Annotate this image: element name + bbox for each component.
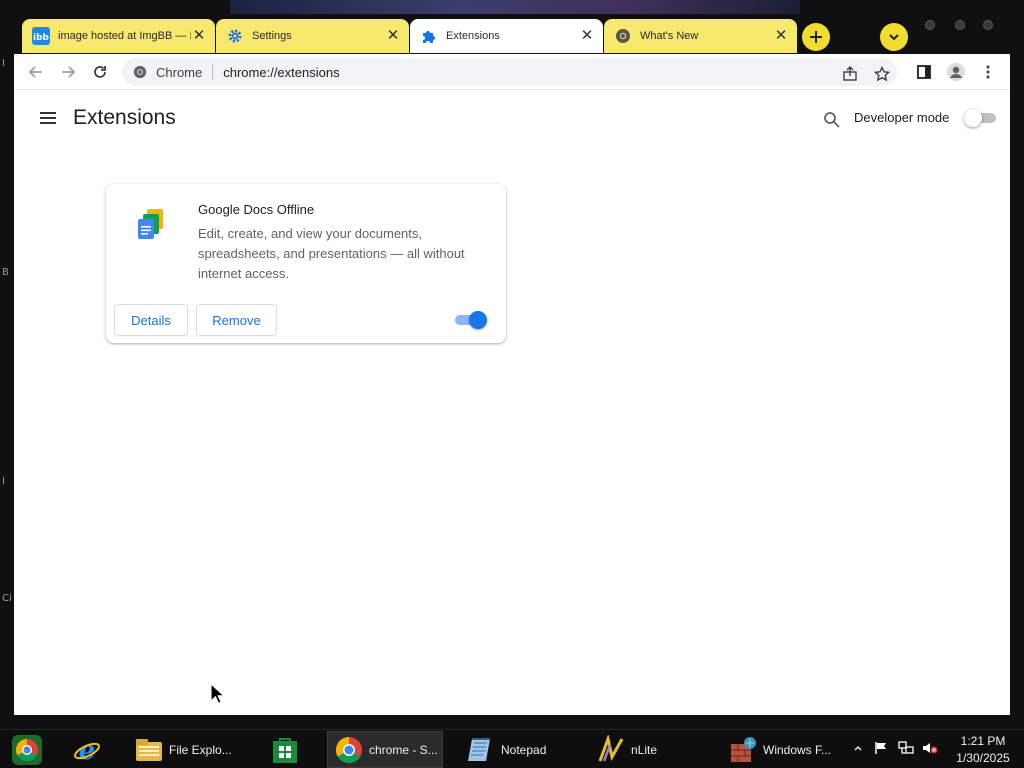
taskbar-item-chrome[interactable]: chrome - S...: [327, 731, 443, 768]
details-button[interactable]: Details: [114, 304, 188, 336]
tab-search-button[interactable]: [880, 23, 908, 51]
svg-text:ibb: ibb: [33, 33, 50, 43]
taskbar-item-label: nLite: [631, 742, 658, 757]
close-icon[interactable]: ✕: [579, 28, 595, 44]
close-icon[interactable]: ✕: [773, 28, 789, 44]
network-icon[interactable]: [898, 740, 914, 756]
forward-arrow-icon: [62, 66, 76, 78]
back-arrow-icon: [28, 66, 42, 78]
file-explorer-icon: [134, 735, 164, 765]
extension-card: Google Docs Offline Edit, create, and vi…: [106, 184, 506, 343]
internet-explorer-icon: e: [72, 735, 102, 765]
store-icon: [270, 735, 300, 765]
plus-icon: [810, 31, 822, 43]
reload-button[interactable]: [86, 58, 114, 86]
reload-icon: [94, 66, 106, 78]
new-tab-button[interactable]: [802, 23, 830, 51]
browser-toolbar: Chrome chrome://extensions: [14, 54, 1010, 90]
forward-button[interactable]: [54, 58, 82, 86]
puzzle-piece-icon: [420, 27, 438, 45]
tab-extensions[interactable]: Extensions ✕: [410, 19, 603, 53]
share-icon[interactable]: [840, 64, 860, 84]
tab-settings[interactable]: Settings ✕: [216, 19, 409, 53]
close-icon[interactable]: ✕: [191, 28, 207, 44]
search-icon: [823, 111, 840, 128]
windows-firewall-icon: [728, 735, 758, 765]
desktop-edge-mark: I: [2, 58, 5, 69]
desktop-edge-mark: I: [2, 476, 5, 487]
close-icon[interactable]: ✕: [385, 28, 401, 44]
google-docs-icon: [133, 207, 169, 243]
taskbar-item-nlite[interactable]: nLite: [590, 731, 702, 768]
search-button[interactable]: [820, 108, 842, 130]
chevron-up-icon[interactable]: [850, 740, 866, 756]
tab-title: What's New: [640, 30, 699, 42]
notepad-icon: [466, 735, 496, 765]
taskbar-item-label: Windows F...: [763, 742, 832, 757]
nlite-icon: [596, 734, 626, 765]
tab-strip: ibb image hosted at ImgBB — Im ✕ Setting…: [14, 14, 1010, 54]
taskbar-item-notepad[interactable]: Notepad: [460, 731, 572, 768]
taskbar-item-internet-explorer[interactable]: e: [66, 731, 116, 768]
star-icon[interactable]: [872, 64, 892, 84]
back-button[interactable]: [22, 58, 50, 86]
start-orb-icon: [12, 735, 42, 765]
more-vert-icon: [986, 65, 990, 79]
side-panel-button[interactable]: [910, 58, 938, 86]
tab-whats-new[interactable]: What's New ✕: [604, 19, 797, 53]
extension-enable-toggle[interactable]: [455, 311, 487, 329]
desktop-edge-mark: B: [2, 267, 9, 278]
minimize-button[interactable]: [925, 20, 935, 30]
clock[interactable]: 1:21 PM 1/30/2025: [948, 733, 1018, 767]
chrome-icon: [614, 27, 632, 45]
tab-title: Extensions: [446, 30, 500, 42]
extension-description: Edit, create, and view your documents, s…: [198, 226, 465, 281]
start-button[interactable]: [6, 732, 48, 768]
chrome-icon: [334, 735, 364, 765]
omnibox-url: chrome://extensions: [223, 64, 340, 80]
taskbar-item-label: File Explo...: [169, 742, 232, 757]
tab-title: image hosted at ImgBB — Im: [58, 30, 191, 42]
gear-icon: [226, 27, 244, 45]
side-panel-icon: [917, 65, 931, 79]
menu-icon[interactable]: [38, 109, 58, 127]
toggle-knob: [964, 109, 982, 127]
svg-text:e: e: [79, 736, 96, 765]
extension-name: Google Docs Offline: [198, 202, 315, 217]
omnibox-site-label: Chrome: [156, 64, 203, 80]
omnibox-divider: [212, 64, 214, 80]
chevron-down-icon: [889, 34, 899, 41]
taskbar: e File Explo... chrome - S... Notepad nL…: [0, 729, 1024, 768]
profile-icon: [947, 63, 965, 81]
taskbar-item-windows-firewall[interactable]: Windows F...: [722, 731, 838, 768]
taskbar-item-store[interactable]: [264, 731, 314, 768]
desktop-edge-mark: Ci: [2, 593, 12, 604]
page-title: Extensions: [73, 106, 176, 129]
omnibox[interactable]: Chrome chrome://extensions: [122, 58, 897, 86]
taskbar-item-label: chrome - S...: [369, 742, 438, 757]
taskbar-item-file-explorer[interactable]: File Explo...: [128, 731, 240, 768]
flag-icon[interactable]: [873, 740, 889, 756]
imgbb-icon: ibb: [32, 27, 50, 45]
developer-mode-toggle[interactable]: [964, 109, 996, 127]
browser-window: ibb image hosted at ImgBB — Im ✕ Setting…: [14, 14, 1010, 715]
remove-button[interactable]: Remove: [196, 304, 277, 336]
more-button[interactable]: [974, 58, 1002, 86]
chrome-icon: [132, 64, 148, 80]
clock-date: 1/30/2025: [956, 751, 1010, 765]
taskbar-item-label: Notepad: [501, 742, 547, 757]
desktop-wallpaper-strip: [230, 0, 800, 14]
mouse-cursor-icon: [210, 683, 226, 705]
clock-time: 1:21 PM: [960, 734, 1006, 748]
volume-muted-icon[interactable]: [922, 740, 938, 756]
maximize-button[interactable]: [955, 20, 965, 30]
tab-imgbb[interactable]: ibb image hosted at ImgBB — Im ✕: [22, 19, 215, 53]
developer-mode-label: Developer mode: [854, 110, 950, 125]
tab-title: Settings: [252, 30, 292, 42]
close-window-button[interactable]: [983, 20, 993, 30]
toggle-knob: [469, 311, 487, 329]
profile-button[interactable]: [942, 58, 970, 86]
extensions-page: Extensions Developer mode Google Docs Of…: [14, 91, 1010, 715]
